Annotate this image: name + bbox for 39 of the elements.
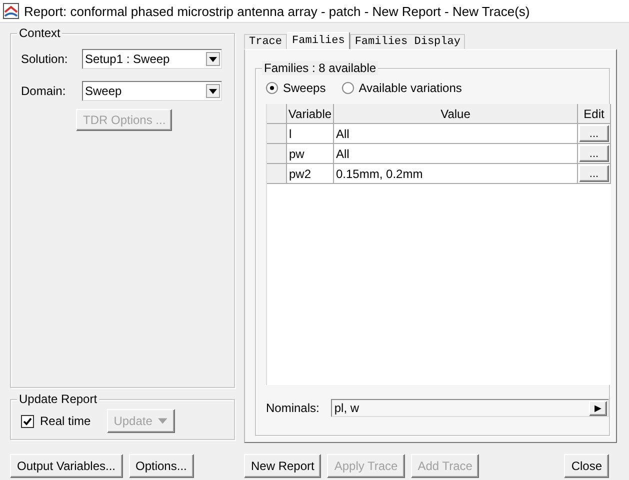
dropdown[interactable]: Setup1 : Sweep: [82, 49, 222, 69]
column-header: Edit: [578, 104, 611, 124]
app-icon: [3, 3, 19, 19]
table-cell: pw2: [287, 164, 334, 184]
field-label: Domain:: [21, 84, 67, 98]
nominals-field[interactable]: pl, w ▶: [331, 399, 609, 417]
table-cell: All: [334, 144, 578, 164]
radio-label: Sweeps: [283, 81, 326, 95]
edit-button[interactable]: ...: [579, 125, 609, 142]
tab[interactable]: Families Display: [350, 34, 466, 49]
field-label: Solution:: [21, 52, 69, 66]
field-label: Nominals:: [266, 401, 320, 415]
group-title: Families : 8 available: [262, 61, 378, 75]
radio-button[interactable]: [342, 82, 354, 94]
edit-button[interactable]: ...: [579, 145, 609, 162]
group-title: Update Report: [17, 392, 100, 406]
column-header: Value: [334, 104, 578, 124]
checkbox-label: Real time: [40, 414, 91, 428]
group-title: Context: [17, 26, 62, 40]
new-report-button[interactable]: New Report: [244, 454, 322, 478]
table-cell: l: [287, 124, 334, 144]
tab[interactable]: Trace: [244, 34, 288, 49]
table-cell: All: [334, 124, 578, 144]
output-variables-button[interactable]: Output Variables...: [10, 454, 122, 478]
checkbox[interactable]: [21, 414, 34, 428]
options-button[interactable]: Options...: [128, 454, 194, 478]
radio-label: Available variations: [358, 81, 462, 95]
corner-cell: [267, 104, 287, 124]
tab[interactable]: Families: [287, 32, 350, 49]
dropdown[interactable]: Sweep: [82, 81, 222, 101]
caret-icon: [158, 418, 168, 424]
edit-button[interactable]: ...: [579, 165, 609, 182]
window-title: Report: conformal phased microstrip antenna array - patch - New Report - New Trace(s): [24, 4, 530, 18]
table-cell: pw: [287, 144, 334, 164]
close-button[interactable]: Close: [564, 454, 609, 478]
table-cell: 0.15mm, 0.2mm: [334, 164, 578, 184]
radio-button[interactable]: [266, 82, 278, 94]
column-header: Variable: [287, 104, 334, 124]
expand-button[interactable]: ▶: [589, 400, 607, 416]
